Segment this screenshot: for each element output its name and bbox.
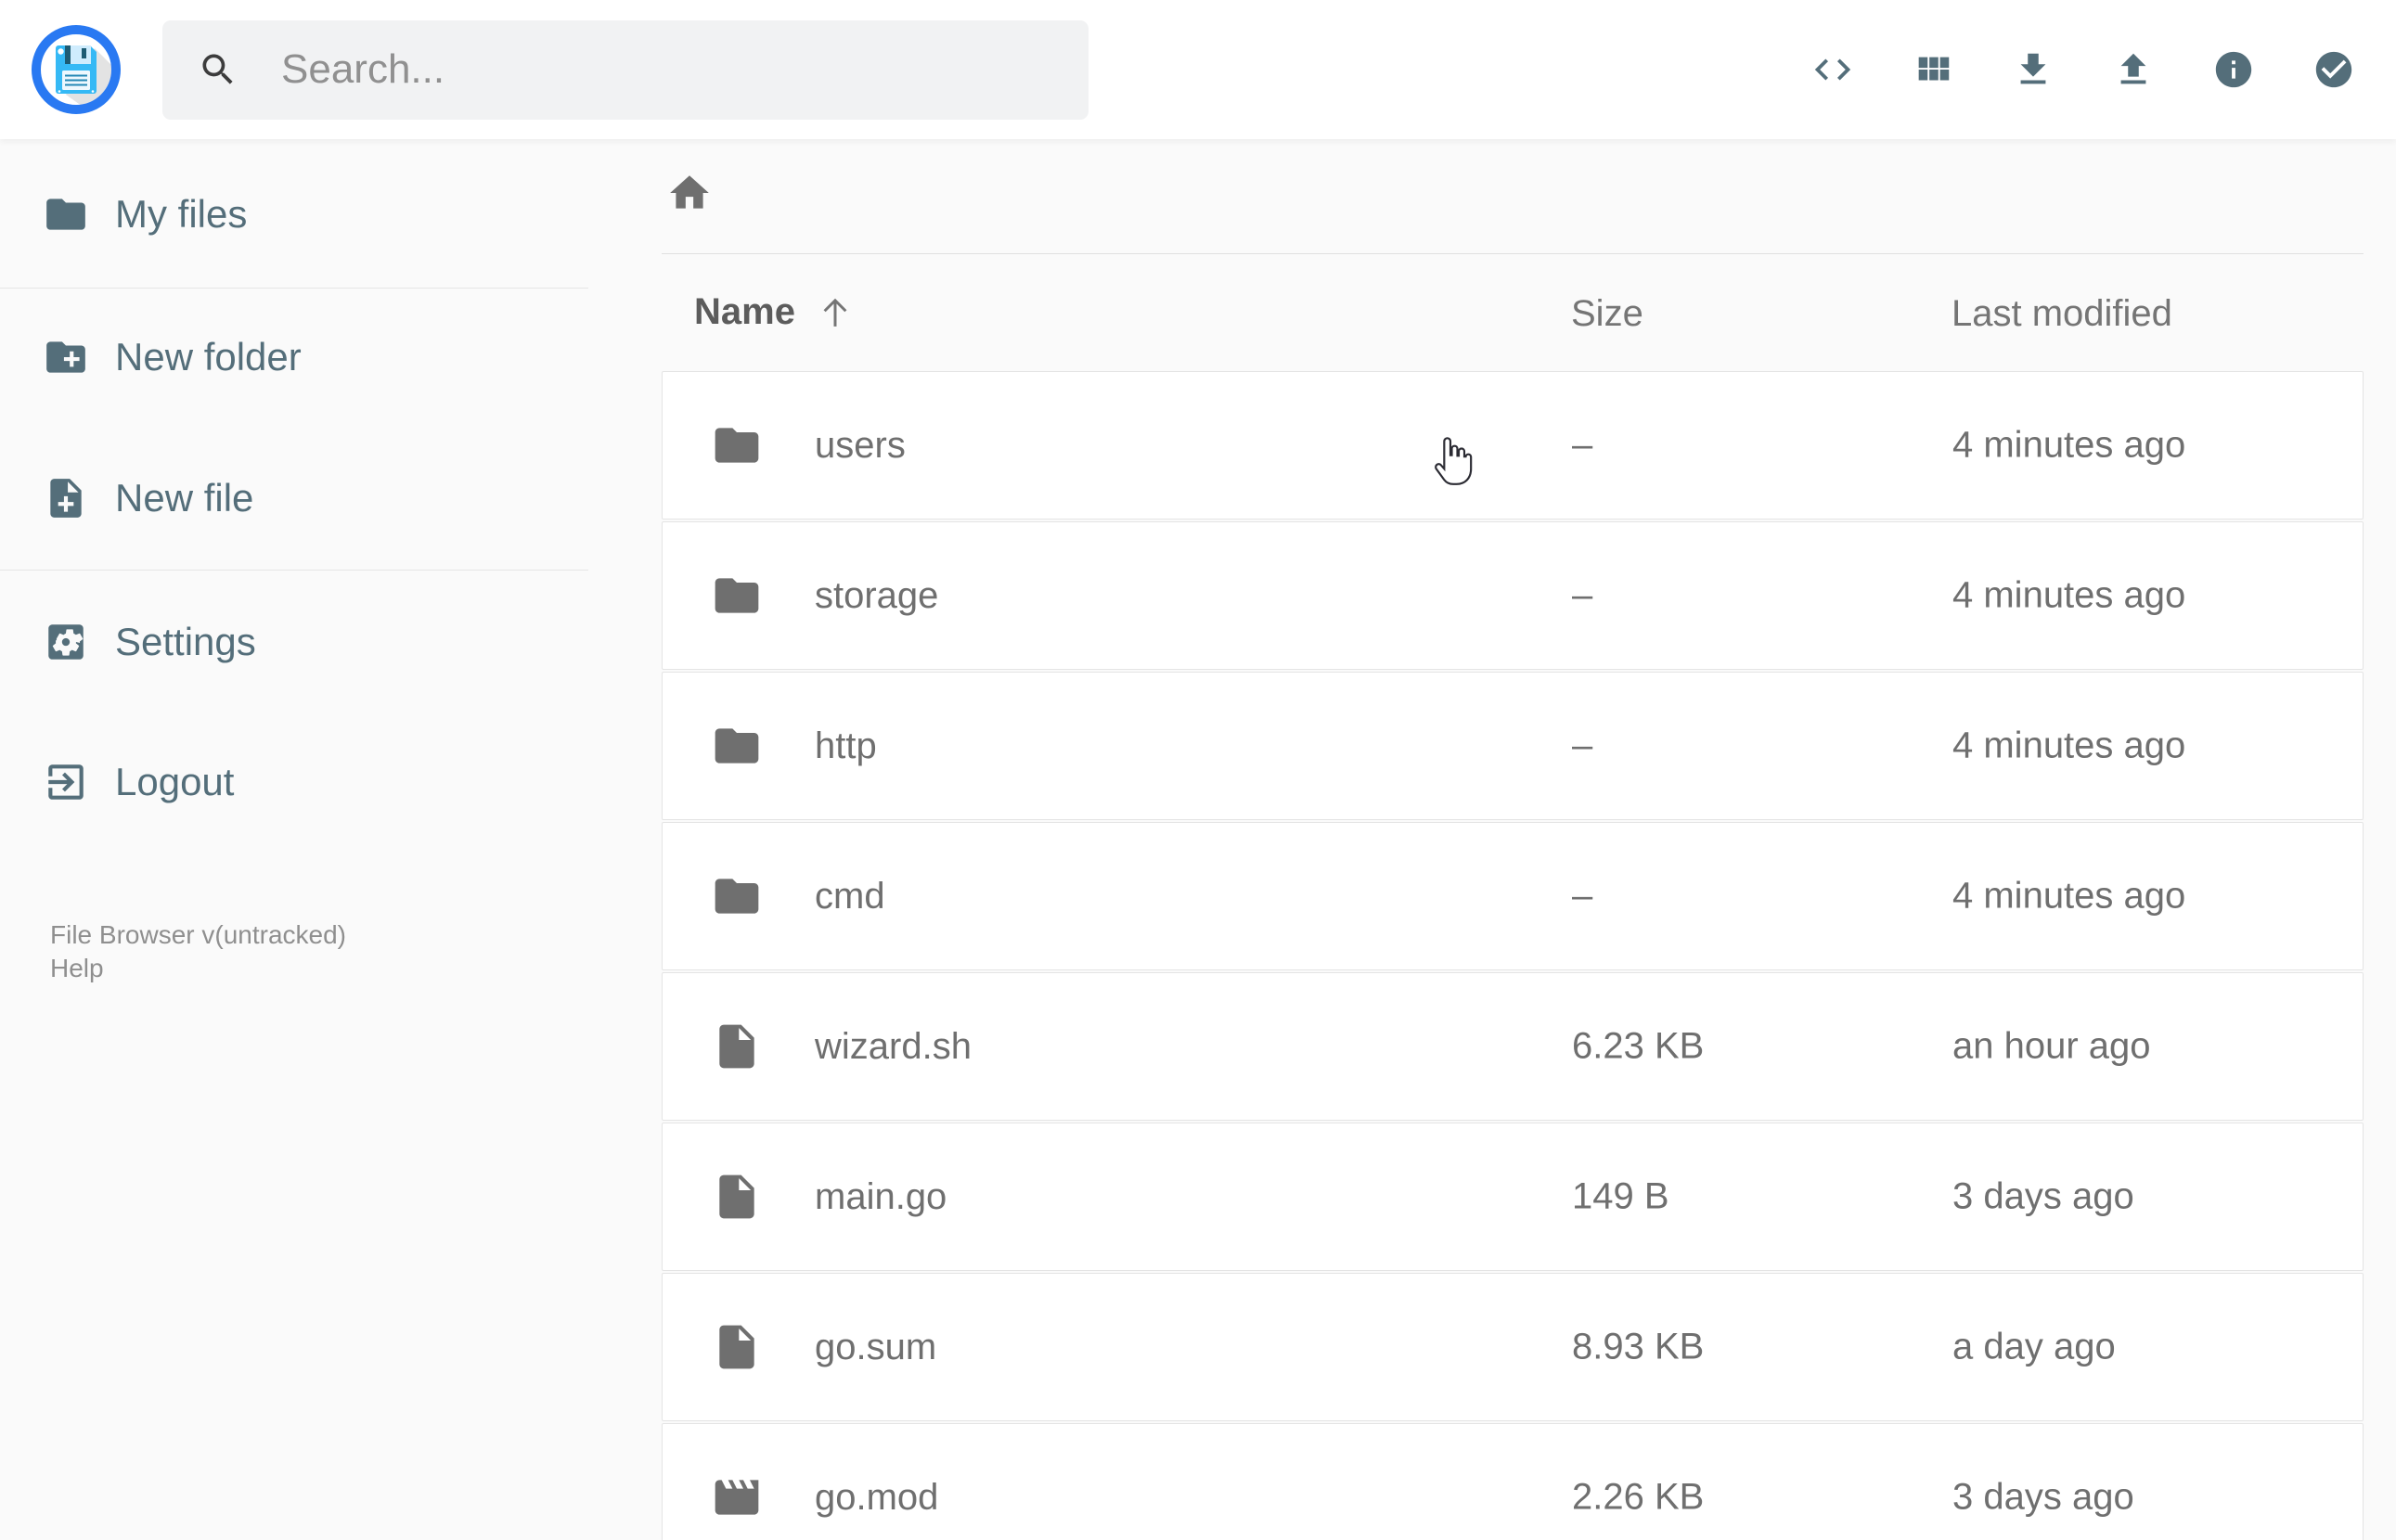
column-header-modified[interactable]: Last modified [1952,293,2172,335]
sidebar-item-settings[interactable]: Settings [43,619,256,665]
sidebar-item-label: New folder [115,335,302,379]
file-size: – [1572,725,1593,766]
file-size: – [1572,875,1593,917]
file-name: go.mod [815,1476,939,1518]
file-modified: 4 minutes ago [1952,875,2186,917]
file-listing: Name Size Last modified users – 4 minutes … [662,139,2364,1540]
sidebar-item-new-folder[interactable]: New folder [43,334,302,380]
table-row[interactable]: http – 4 minutes ago [662,672,2364,820]
folder-icon [711,870,763,922]
sidebar-divider [0,288,588,289]
file-modified: 3 days ago [1952,1476,2134,1518]
file-plus-icon [43,475,89,521]
table-row[interactable]: go.mod 2.26 KB 3 days ago [662,1423,2364,1540]
folder-plus-icon [43,334,89,380]
file-modified: 3 days ago [1952,1175,2134,1217]
sidebar-item-logout[interactable]: Logout [43,759,234,805]
sidebar-item-my-files[interactable]: My files [43,191,247,237]
table-row[interactable]: cmd – 4 minutes ago [662,822,2364,970]
code-icon [1811,48,1854,91]
file-name: users [815,424,906,466]
file-name: cmd [815,875,885,917]
table-row[interactable]: users – 4 minutes ago [662,371,2364,520]
table-row[interactable]: go.sum 8.93 KB a day ago [662,1273,2364,1421]
search-bar[interactable] [162,19,1089,120]
file-name: http [815,725,877,766]
folder-icon [43,191,89,237]
table-row[interactable]: wizard.sh 6.23 KB an hour ago [662,972,2364,1121]
shell-button[interactable] [1811,48,1854,91]
file-name: storage [815,574,939,616]
sidebar-divider [0,570,588,571]
file-modified: 4 minutes ago [1952,424,2186,466]
file-icon [711,1321,763,1373]
sidebar: My files New folder New file Settings Logout… [0,139,588,1540]
app-version: File Browser v(untracked) [50,920,346,949]
sort-ascending-icon [816,293,855,332]
folder-icon [711,419,763,471]
table-row[interactable]: main.go 149 B 3 days ago [662,1123,2364,1271]
upload-icon [2112,48,2155,91]
file-size: 6.23 KB [1572,1025,1705,1067]
content: My files New folder New file Settings Logout… [0,139,2396,1540]
app-logo[interactable] [31,24,122,115]
file-modified: 4 minutes ago [1952,725,2186,766]
file-modified: 4 minutes ago [1952,574,2186,616]
select-multiple-button[interactable] [2312,48,2355,91]
file-name: wizard.sh [815,1025,972,1067]
sidebar-item-label: My files [115,192,248,236]
file-rows: users – 4 minutes ago storage – 4 minutes ago… [662,371,2364,1540]
file-modified: a day ago [1952,1326,2116,1367]
file-name: main.go [815,1175,947,1217]
file-size: – [1572,424,1593,466]
file-size: – [1572,574,1593,616]
search-input[interactable] [279,45,1053,94]
file-size: 8.93 KB [1572,1326,1705,1367]
file-size: 2.26 KB [1572,1476,1705,1518]
info-icon [2212,48,2255,91]
column-header-size[interactable]: Size [1571,293,1643,335]
sidebar-footer: File Browser v(untracked) Help [50,918,346,985]
check-circle-icon [2312,48,2355,91]
sidebar-item-new-file[interactable]: New file [43,475,253,521]
file-icon [711,1171,763,1223]
folder-icon [711,570,763,622]
header-actions [1811,48,2396,91]
floppy-disk-logo-icon [31,24,122,115]
gear-icon [43,619,89,665]
column-header-name[interactable]: Name [694,291,855,333]
download-icon [2012,48,2055,91]
sidebar-item-label: Settings [115,620,256,663]
search-icon [198,49,238,90]
download-button[interactable] [2012,48,2055,91]
view-grid-icon [1912,48,1954,91]
upload-button[interactable] [2112,48,2155,91]
sidebar-item-label: New file [115,476,254,520]
file-info-button[interactable] [2212,48,2255,91]
breadcrumb-home-button[interactable] [666,170,713,216]
sidebar-item-label: Logout [115,760,235,803]
home-icon [666,170,713,216]
logout-icon [43,759,89,805]
divider [662,253,2364,254]
movie-icon [711,1471,763,1523]
file-size: 149 B [1572,1175,1669,1217]
folder-icon [711,720,763,772]
filebrowser-app: My files New folder New file Settings Logout… [0,0,2396,1540]
file-modified: an hour ago [1952,1025,2151,1067]
table-row[interactable]: storage – 4 minutes ago [662,521,2364,670]
help-link[interactable]: Help [50,952,346,985]
column-name-label: Name [694,291,795,332]
header [0,0,2396,139]
file-name: go.sum [815,1326,937,1367]
file-icon [711,1020,763,1072]
switch-view-button[interactable] [1912,48,1954,91]
